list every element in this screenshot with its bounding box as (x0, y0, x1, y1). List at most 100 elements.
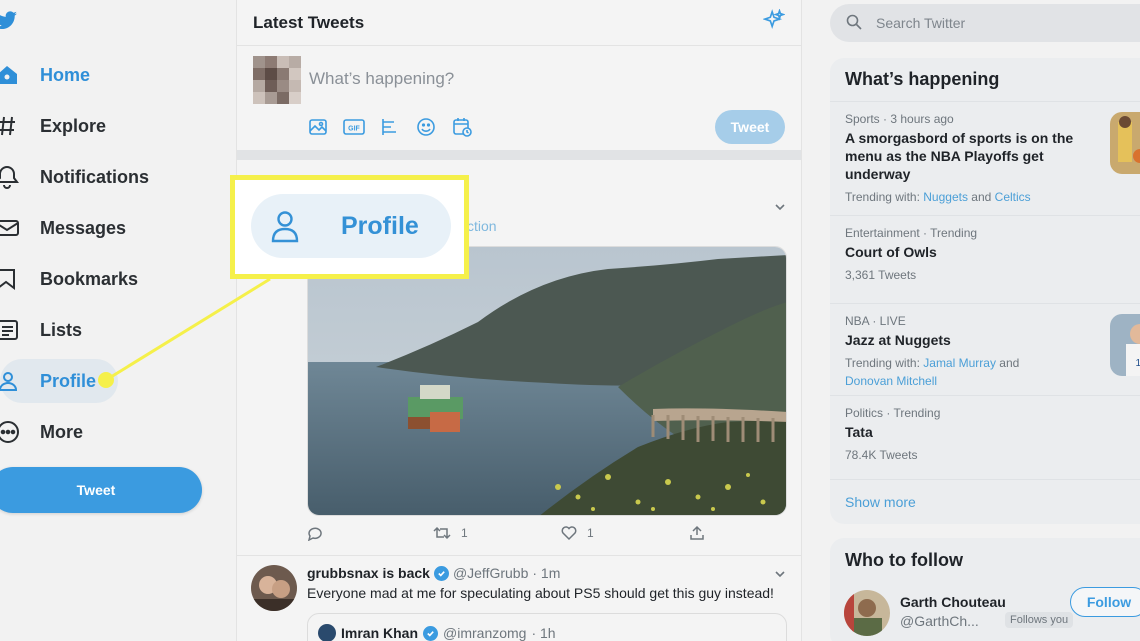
follows-you-badge: Follows you (1005, 612, 1074, 628)
bell-icon (0, 155, 40, 199)
tweet-image[interactable] (307, 246, 787, 516)
poll-icon[interactable] (379, 116, 401, 138)
callout-profile-pill: Profile (251, 194, 451, 258)
nav-item-notifications[interactable]: Notifications (0, 155, 149, 199)
author-name[interactable]: grubbsnax is back (307, 565, 430, 581)
compose-input[interactable]: What’s happening? (309, 69, 454, 89)
avatar[interactable] (253, 56, 301, 104)
whats-happening-panel: What’s happening Sports · 3 hours ago A … (830, 58, 1140, 524)
compose-tweet-button[interactable]: Tweet (715, 110, 785, 144)
trend-link[interactable]: Jamal Murray (923, 356, 996, 370)
trend-link[interactable]: Celtics (995, 190, 1031, 204)
tweet-text: Everyone mad at me for speculating about… (307, 585, 774, 601)
tweet-actions: 1 1 (307, 525, 727, 547)
trend-item[interactable]: Sports · 3 hours ago A smorgasbord of sp… (830, 102, 1140, 216)
tweet-link-text[interactable]: ction (467, 218, 497, 234)
trend-item[interactable]: Entertainment · Trending Court of Owls 3… (830, 216, 1140, 304)
panel-title: What’s happening (830, 58, 1140, 102)
chevron-down-icon[interactable] (773, 200, 787, 219)
trend-title: Court of Owls (845, 244, 937, 260)
trend-meta: Politics · Trending (845, 406, 941, 420)
hashtag-icon (0, 104, 40, 148)
tweet-header: grubbsnax is back @JeffGrubb · 1m (307, 565, 560, 581)
avatar (318, 624, 336, 641)
suggested-user-handle: @GarthCh... (900, 613, 979, 629)
retweet-icon (433, 526, 451, 540)
author-handle[interactable]: @JeffGrubb (453, 565, 528, 581)
trend-item[interactable]: Politics · Trending Tata 78.4K Tweets (830, 396, 1140, 480)
trend-subtext: Trending with: Jamal Murray and Donovan M… (845, 354, 1045, 390)
suggested-user-name[interactable]: Garth Chouteau (900, 594, 1006, 610)
heart-icon (561, 526, 577, 541)
more-circle-icon (0, 410, 40, 454)
list-icon (0, 308, 40, 352)
share-icon[interactable] (689, 525, 705, 541)
trend-link[interactable]: Nuggets (923, 190, 968, 204)
compose-toolbar: GIF (307, 116, 473, 138)
avatar[interactable] (251, 565, 297, 611)
quoted-tweet-time: · 1h (531, 625, 556, 641)
schedule-icon[interactable] (451, 116, 473, 138)
trend-title: A smorgasbord of sports is on the menu a… (845, 130, 1074, 182)
who-to-follow-panel: Who to follow Garth Chouteau @GarthCh...… (830, 538, 1140, 641)
trend-meta: Sports · 3 hours ago (845, 112, 954, 126)
quoted-tweet[interactable]: Imran Khan @imranzomg · 1h (307, 613, 787, 641)
chevron-down-icon[interactable] (773, 567, 787, 586)
trend-link[interactable]: Donovan Mitchell (845, 374, 937, 388)
sparkle-icon[interactable] (762, 8, 786, 36)
callout-label: Profile (341, 211, 419, 240)
trend-sub-join: and (995, 356, 1020, 370)
verified-icon (433, 565, 449, 581)
retweet-button[interactable]: 1 (433, 525, 468, 541)
nav-label-bookmarks: Bookmarks (40, 268, 139, 289)
trend-sub-prefix: Trending with: (845, 190, 924, 204)
nav-item-explore[interactable]: Explore (0, 104, 106, 148)
image-icon[interactable] (307, 116, 329, 138)
quoted-author-handle: @imranzomg (443, 625, 527, 641)
profile-callout: Profile (230, 175, 469, 279)
nav-item-lists[interactable]: Lists (0, 308, 82, 352)
emoji-icon[interactable] (415, 116, 437, 138)
like-button[interactable]: 1 (561, 525, 594, 541)
trend-count: 3,361 Tweets (845, 268, 917, 282)
show-more-link[interactable]: Show more (830, 480, 1140, 524)
avatar[interactable] (844, 590, 890, 636)
gif-icon[interactable]: GIF (343, 116, 365, 138)
search-icon (846, 14, 862, 33)
trend-count: 78.4K Tweets (845, 448, 918, 462)
trend-subtext: Trending with: Nuggets and Celtics (845, 188, 1140, 206)
trend-meta: NBA · LIVE (845, 314, 906, 328)
nav-item-bookmarks[interactable]: Bookmarks (0, 257, 138, 301)
left-navigation: Home Explore Notifications Messages Book… (0, 0, 235, 641)
trend-sub-prefix: Trending with: (845, 356, 924, 370)
nav-item-home[interactable]: Home (0, 53, 90, 97)
trend-title: Tata (845, 424, 873, 440)
nav-label-more: More (40, 421, 84, 442)
quoted-tweet-header: Imran Khan @imranzomg · 1h (318, 624, 556, 641)
like-count: 1 (587, 526, 594, 540)
page-title: Latest Tweets (253, 12, 365, 32)
trend-sub-join: and (967, 190, 995, 204)
trend-thumbnail (1110, 112, 1140, 174)
nav-item-messages[interactable]: Messages (0, 206, 126, 250)
nav-label-home: Home (40, 64, 91, 85)
tweet-time[interactable]: · 1m (532, 565, 560, 581)
sidebar-right: Search Twitter What’s happening Sports ·… (803, 0, 1140, 641)
reply-icon[interactable] (307, 525, 323, 541)
timeline: Latest Tweets What’s happening? GIF Twee… (236, 0, 802, 641)
nav-label-messages: Messages (40, 217, 127, 238)
nav-item-profile[interactable]: Profile (0, 359, 118, 403)
search-placeholder: Search Twitter (876, 15, 966, 31)
twitter-logo-icon[interactable] (0, 8, 24, 32)
tweet-card[interactable]: grubbsnax is back @JeffGrubb · 1m Everyo… (237, 557, 801, 641)
compose-box: What’s happening? GIF Tweet (237, 46, 801, 160)
follow-suggestion[interactable]: Garth Chouteau @GarthCh... Follows you F… (830, 586, 1140, 641)
follow-button[interactable]: Follow (1070, 587, 1140, 617)
nav-label-lists: Lists (40, 319, 83, 340)
search-input[interactable]: Search Twitter (830, 4, 1140, 42)
trend-meta: Entertainment · Trending (845, 226, 978, 240)
trend-item[interactable]: NBA · LIVE Jazz at Nuggets Trending with… (830, 304, 1140, 396)
tweet-button[interactable]: Tweet (0, 467, 202, 513)
person-icon (271, 211, 299, 243)
nav-item-more[interactable]: More (0, 410, 83, 454)
